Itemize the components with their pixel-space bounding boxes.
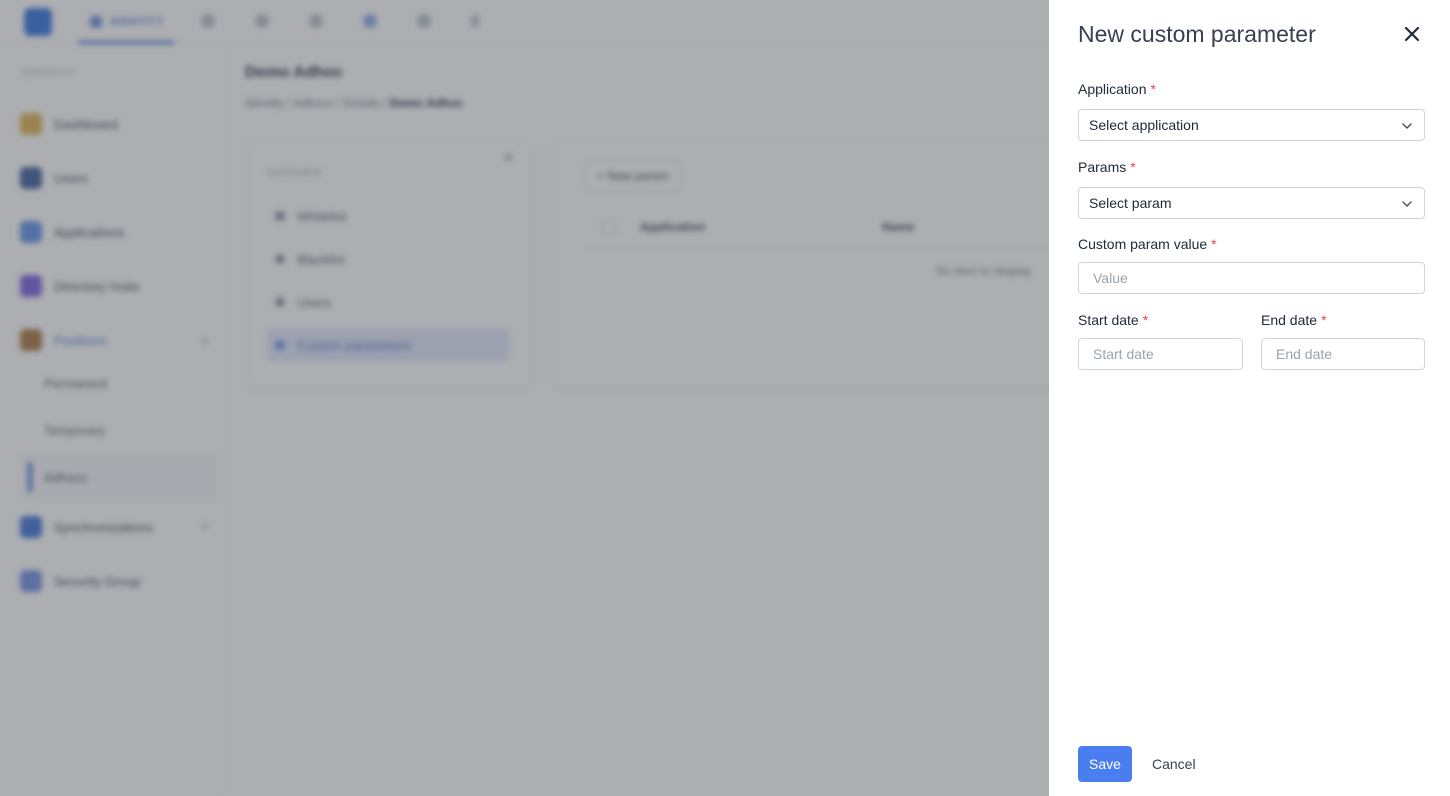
required-marker: * [1321,312,1327,328]
end-date-input[interactable] [1261,338,1425,370]
application-select[interactable]: Select application [1078,109,1425,141]
custom-value-label: Custom param value * [1078,236,1217,252]
required-marker: * [1211,236,1217,252]
params-label-text: Params [1078,159,1127,175]
application-label: Application * [1078,81,1156,97]
required-marker: * [1142,312,1149,328]
required-marker: * [1150,81,1156,97]
required-marker: * [1130,159,1136,175]
start-date-input[interactable] [1078,338,1243,370]
chevron-down-icon [1402,201,1412,207]
end-date-label: End date * [1261,312,1327,328]
close-icon[interactable] [1400,22,1424,46]
application-select-value: Select application [1089,117,1199,133]
end-date-label-text: End date [1261,312,1318,328]
save-button[interactable]: Save [1078,746,1132,782]
new-custom-parameter-drawer: New custom parameter Application * Select… [1049,0,1450,796]
params-select-value: Select param [1089,195,1172,211]
params-select[interactable]: Select param [1078,187,1425,219]
custom-value-input[interactable] [1078,262,1425,294]
custom-value-label-text: Custom param value [1078,236,1208,252]
drawer-title: New custom parameter [1078,21,1316,47]
start-date-label: Start date * [1078,312,1148,328]
cancel-button[interactable]: Cancel [1145,746,1203,782]
start-date-label-text: Start date [1078,312,1139,328]
chevron-down-icon [1402,123,1412,129]
application-label-text: Application [1078,81,1147,97]
params-label: Params * [1078,159,1136,175]
